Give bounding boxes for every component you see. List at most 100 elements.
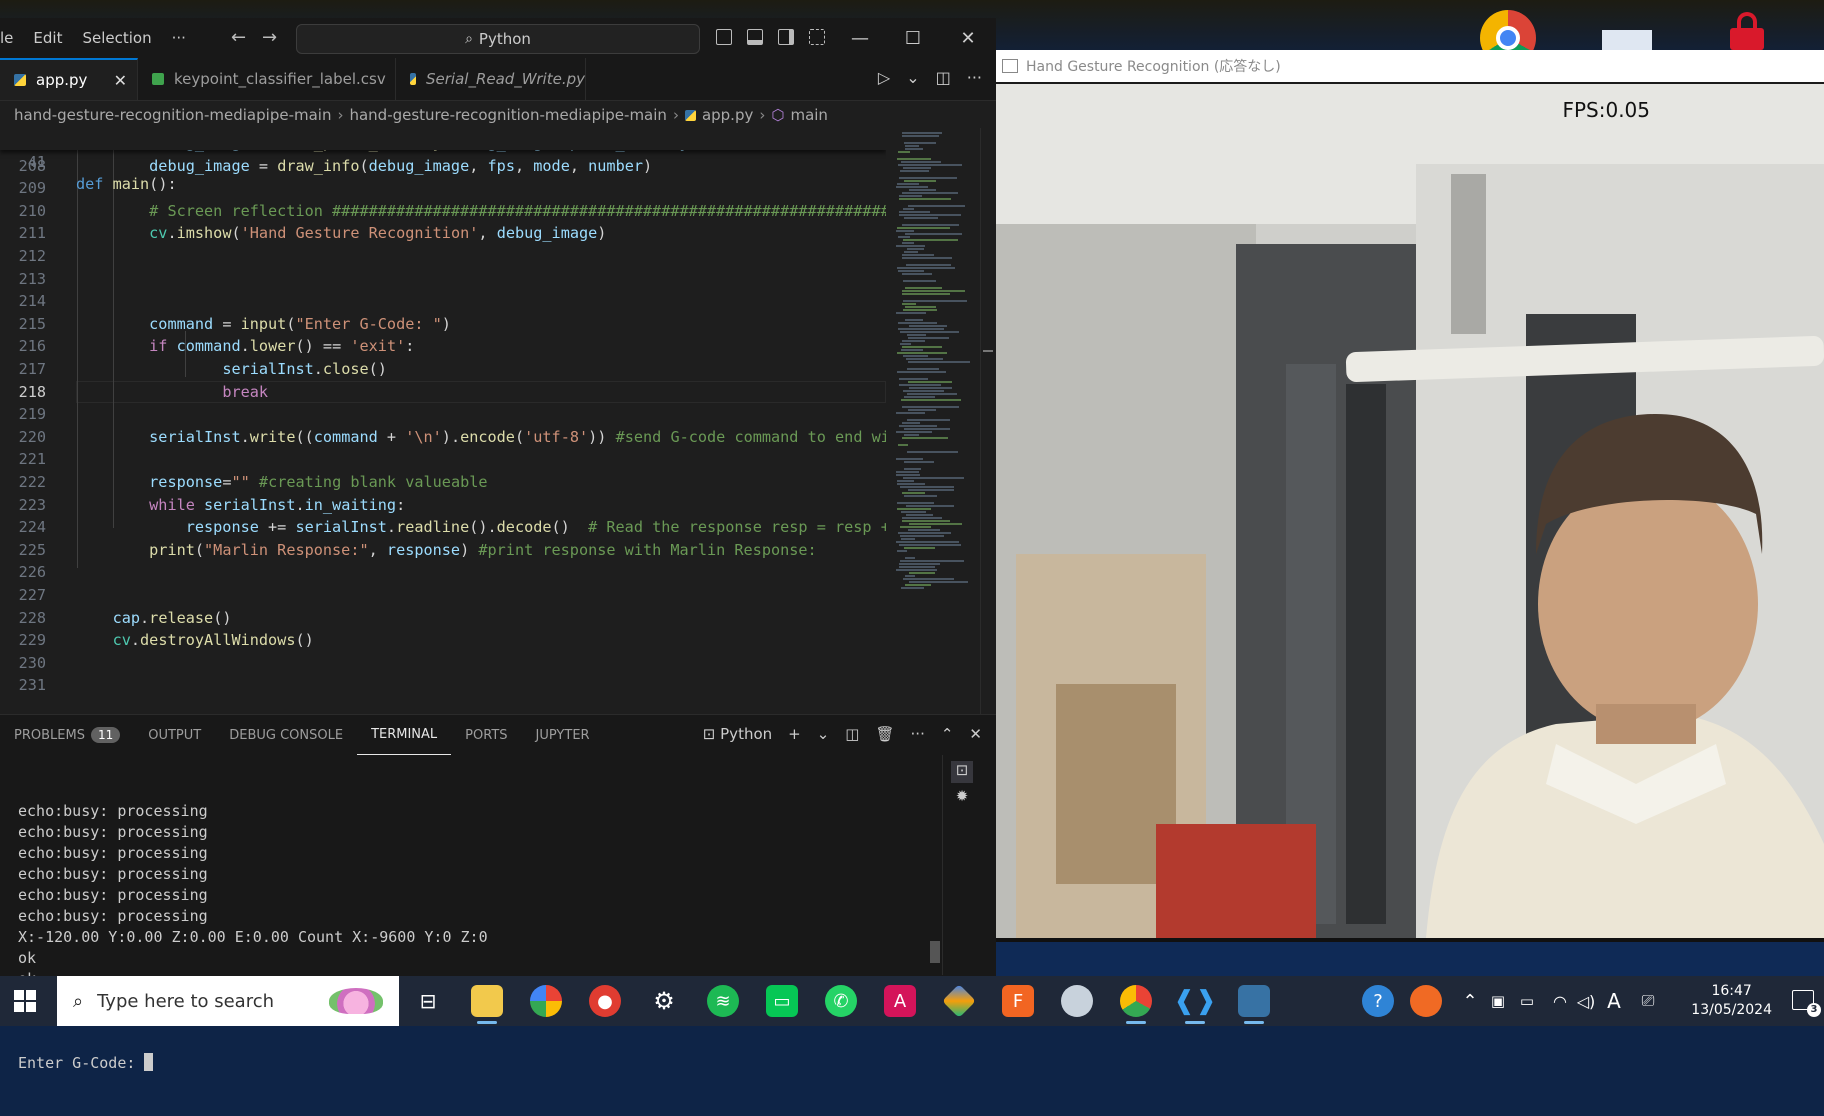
volume-icon[interactable]: ◁) — [1576, 985, 1596, 1017]
trash-icon[interactable]: 🗑 — [875, 725, 894, 743]
forward-arrow-icon[interactable]: → — [262, 27, 277, 48]
debug-icon[interactable]: ✹ — [951, 787, 973, 809]
close-window-button[interactable]: ✕ — [942, 22, 994, 54]
tab-ports[interactable]: PORTS — [451, 715, 521, 755]
tab-serial-read-write[interactable]: Serial_Read_Write.py — [396, 58, 586, 100]
python-window-icon[interactable] — [1238, 985, 1270, 1024]
notifications-icon[interactable]: 3 — [1792, 990, 1821, 1017]
code-line[interactable]: 231 — [0, 674, 886, 697]
chevron-down-icon[interactable]: ⌄ — [817, 725, 830, 743]
file-explorer-icon[interactable] — [471, 985, 503, 1024]
back-arrow-icon[interactable]: ← — [231, 27, 246, 48]
tray-app-icon[interactable] — [1410, 985, 1442, 1017]
command-center-search[interactable]: ⌕ Python — [296, 24, 700, 54]
code-line[interactable]: 213 — [0, 268, 886, 291]
gesture-window-titlebar[interactable]: Hand Gesture Recognition (応答なし) — [996, 50, 1824, 82]
terminal-output[interactable]: echo:busy: processing echo:busy: processi… — [18, 759, 918, 1116]
ime-icon[interactable]: ⎚ — [1638, 985, 1658, 1017]
code-line[interactable]: 221 — [0, 448, 886, 471]
chevron-up-icon[interactable]: ⌃ — [1460, 985, 1480, 1017]
task-view-icon[interactable]: ⊟ — [412, 985, 444, 1017]
tab-problems[interactable]: PROBLEMS 11 — [0, 715, 134, 755]
mail-desktop-icon[interactable] — [1602, 30, 1652, 52]
code-line[interactable]: 210 # Screen reflection ################… — [0, 200, 886, 223]
editor-scrollbar[interactable] — [980, 128, 995, 714]
terminal-instance-icon[interactable]: ⊡ — [951, 761, 973, 783]
sticky-scroll[interactable]: 41 def main(): — [0, 128, 886, 193]
spotify-icon[interactable]: ≋ — [707, 985, 739, 1017]
customize-layout-icon[interactable] — [809, 29, 825, 45]
tab-debug-console[interactable]: DEBUG CONSOLE — [215, 715, 357, 755]
close-panel-icon[interactable]: ✕ — [969, 725, 982, 743]
breadcrumb-file[interactable]: app.py — [702, 106, 753, 124]
help-icon[interactable]: ? — [1362, 985, 1394, 1017]
breadcrumb-symbol[interactable]: main — [790, 106, 827, 124]
vscode-taskbar-icon[interactable]: ❰❱ — [1173, 985, 1217, 1024]
code-line[interactable]: 218 break — [0, 380, 886, 404]
tab-keypoint-csv[interactable]: keypoint_classifier_label.csv — [138, 58, 396, 100]
menu-edit[interactable]: Edit — [23, 29, 72, 47]
menu-file[interactable]: le — [0, 29, 23, 47]
acrobat-icon[interactable]: A — [884, 985, 916, 1017]
terminal-profile-selector[interactable]: ⊡ Python — [703, 725, 772, 743]
tab-jupyter[interactable]: JUPYTER — [522, 715, 604, 755]
battery-icon[interactable]: ▭ — [1516, 985, 1538, 1017]
chrome-taskbar-icon[interactable] — [1120, 985, 1152, 1024]
chevron-down-icon[interactable]: ⌄ — [906, 68, 919, 87]
maximize-panel-icon[interactable]: ⌃ — [941, 725, 954, 743]
taskbar-clock[interactable]: 16:47 13/05/2024 — [1691, 982, 1772, 1020]
code-line[interactable]: 228 cap.release() — [0, 607, 886, 630]
breadcrumb-folder[interactable]: hand-gesture-recognition-mediapipe-main — [14, 106, 331, 124]
close-icon[interactable]: ✕ — [114, 71, 127, 90]
code-line[interactable]: 227 — [0, 584, 886, 607]
code-line[interactable]: 217 serialInst.close() — [0, 358, 886, 381]
code-line[interactable]: 220 serialInst.write((command + '\n').en… — [0, 426, 886, 449]
tab-terminal[interactable]: TERMINAL — [357, 715, 452, 755]
git-kraken-icon[interactable] — [942, 984, 976, 1018]
code-line[interactable]: 226 — [0, 561, 886, 584]
menu-more[interactable]: ··· — [162, 29, 196, 47]
code-line[interactable]: 212 — [0, 245, 886, 268]
whatsapp-icon[interactable]: ✆ — [825, 985, 857, 1017]
code-line[interactable]: 224 response += serialInst.readline().de… — [0, 516, 886, 539]
settings-gear-icon[interactable]: ⚙ — [648, 985, 680, 1017]
code-line[interactable]: 229 cv.destroyAllWindows() — [0, 629, 886, 652]
windows-start-icon[interactable] — [14, 990, 36, 1012]
code-line[interactable]: 223 while serialInst.in_waiting: — [0, 494, 886, 517]
split-terminal-icon[interactable]: ◫ — [845, 725, 859, 743]
terminal-prompt-line[interactable]: Enter G-Code: — [18, 1053, 918, 1074]
lock-desktop-icon[interactable] — [1730, 12, 1764, 50]
code-line[interactable]: 215 command = input("Enter G-Code: ") — [0, 313, 886, 336]
breadcrumb-folder[interactable]: hand-gesture-recognition-mediapipe-main — [349, 106, 666, 124]
tab-app-py[interactable]: app.py ✕ — [0, 58, 138, 100]
line-app-icon[interactable]: ▭ — [766, 985, 798, 1017]
minimap[interactable] — [888, 128, 978, 714]
more-actions-icon[interactable]: ··· — [911, 725, 925, 743]
code-line[interactable]: 219 — [0, 403, 886, 426]
more-actions-icon[interactable]: ··· — [967, 68, 982, 87]
input-indicator[interactable]: A — [1604, 985, 1624, 1017]
split-editor-icon[interactable]: ◫ — [936, 68, 951, 87]
tab-output[interactable]: OUTPUT — [134, 715, 215, 755]
taskbar-search-box[interactable]: ⌕ Type here to search — [57, 976, 399, 1026]
code-line[interactable]: 216 if command.lower() == 'exit': — [0, 335, 886, 358]
toggle-panel-icon[interactable] — [747, 29, 763, 45]
code-editor[interactable]: 41 def main(): 207 debug_image = draw_po… — [0, 128, 886, 698]
maximize-button[interactable]: ☐ — [887, 22, 939, 54]
terminal-scrollbar[interactable] — [930, 941, 940, 963]
toggle-secondary-sidebar-icon[interactable] — [778, 29, 794, 45]
code-line[interactable]: 222 response="" #creating blank valueabl… — [0, 471, 886, 494]
snipping-tool-icon[interactable] — [1061, 985, 1093, 1017]
code-line[interactable]: 230 — [0, 652, 886, 675]
code-line[interactable]: 214 — [0, 290, 886, 313]
meet-now-icon[interactable]: ▣ — [1488, 985, 1508, 1017]
menu-selection[interactable]: Selection — [72, 29, 161, 47]
wifi-icon[interactable]: ◠ — [1550, 985, 1570, 1017]
new-terminal-icon[interactable]: + — [788, 725, 801, 743]
minimize-button[interactable]: — — [834, 22, 886, 54]
filezilla-icon[interactable]: F — [1002, 985, 1034, 1017]
run-icon[interactable]: ▷ — [878, 68, 890, 87]
code-line[interactable]: 211 cv.imshow('Hand Gesture Recognition'… — [0, 222, 886, 245]
code-line[interactable]: 225 print("Marlin Response:", response) … — [0, 539, 886, 562]
photos-icon[interactable] — [530, 985, 562, 1017]
